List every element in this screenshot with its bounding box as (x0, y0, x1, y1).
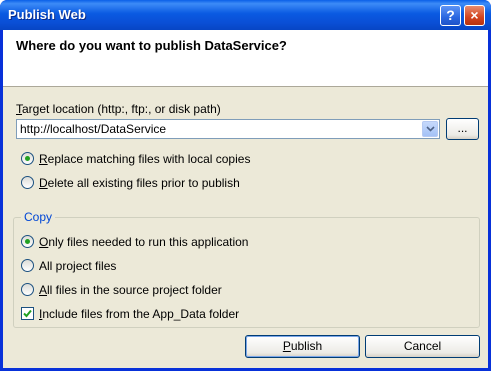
label-mnemonic: R (39, 152, 48, 166)
target-label-text: arget location (http:, ftp:, or disk pat… (22, 102, 221, 116)
label-mnemonic: A (39, 283, 48, 297)
radio-only-needed-files[interactable] (21, 235, 34, 248)
header-question: Where do you want to publish DataService… (16, 38, 287, 53)
only-needed-files-label[interactable]: Only files needed to run this applicatio… (39, 235, 248, 249)
chevron-down-icon (426, 126, 435, 132)
all-project-files-label[interactable]: All project files (39, 259, 116, 273)
label-post: elete all existing files prior to publis… (47, 176, 240, 190)
label-pre: All pro (39, 259, 74, 273)
delete-existing-label[interactable]: Delete all existing files prior to publi… (39, 176, 240, 190)
include-app-data-checkbox[interactable] (21, 307, 34, 320)
publish-label: ublish (290, 339, 323, 353)
header-panel: Where do you want to publish DataService… (3, 30, 488, 87)
browse-button[interactable]: ... (446, 118, 479, 140)
copy-group-label: Copy (21, 210, 56, 224)
label-post: ect files (75, 259, 117, 273)
radio-replace-matching[interactable] (21, 152, 34, 165)
label-post: eplace matching files with local copies (47, 152, 251, 166)
publish-mnemonic: P (282, 339, 291, 353)
window-title: Publish Web (8, 7, 86, 22)
cancel-button[interactable]: Cancel (365, 335, 480, 358)
checkmark-icon (23, 309, 32, 318)
help-button[interactable]: ? (440, 5, 461, 26)
dialog-body: Where do you want to publish DataService… (3, 30, 488, 368)
publish-web-dialog: Publish Web ? × Where do you want to pub… (0, 0, 491, 371)
target-location-label: Target location (http:, ftp:, or disk pa… (16, 102, 221, 116)
publish-button[interactable]: Publish (245, 335, 360, 358)
label-post: nclude files from the App_Data folder (42, 307, 240, 321)
close-button[interactable]: × (464, 5, 485, 26)
label-mnemonic: O (39, 235, 49, 249)
replace-matching-label[interactable]: Replace matching files with local copies (39, 152, 250, 166)
label-post: nly files needed to run this application (48, 235, 249, 249)
radio-all-project-files[interactable] (21, 259, 34, 272)
include-app-data-label[interactable]: Include files from the App_Data folder (39, 307, 239, 321)
title-bar[interactable]: Publish Web ? × (0, 0, 491, 30)
all-source-files-label[interactable]: All files in the source project folder (39, 283, 222, 297)
target-location-combobox[interactable]: http://localhost/DataService (16, 119, 440, 139)
label-mnemonic: D (39, 176, 48, 190)
label-post: ll files in the source project folder (47, 283, 222, 297)
radio-delete-existing[interactable] (21, 176, 34, 189)
radio-all-source-files[interactable] (21, 283, 34, 296)
target-location-value[interactable]: http://localhost/DataService (20, 122, 166, 136)
dropdown-arrow-button[interactable] (422, 121, 438, 137)
